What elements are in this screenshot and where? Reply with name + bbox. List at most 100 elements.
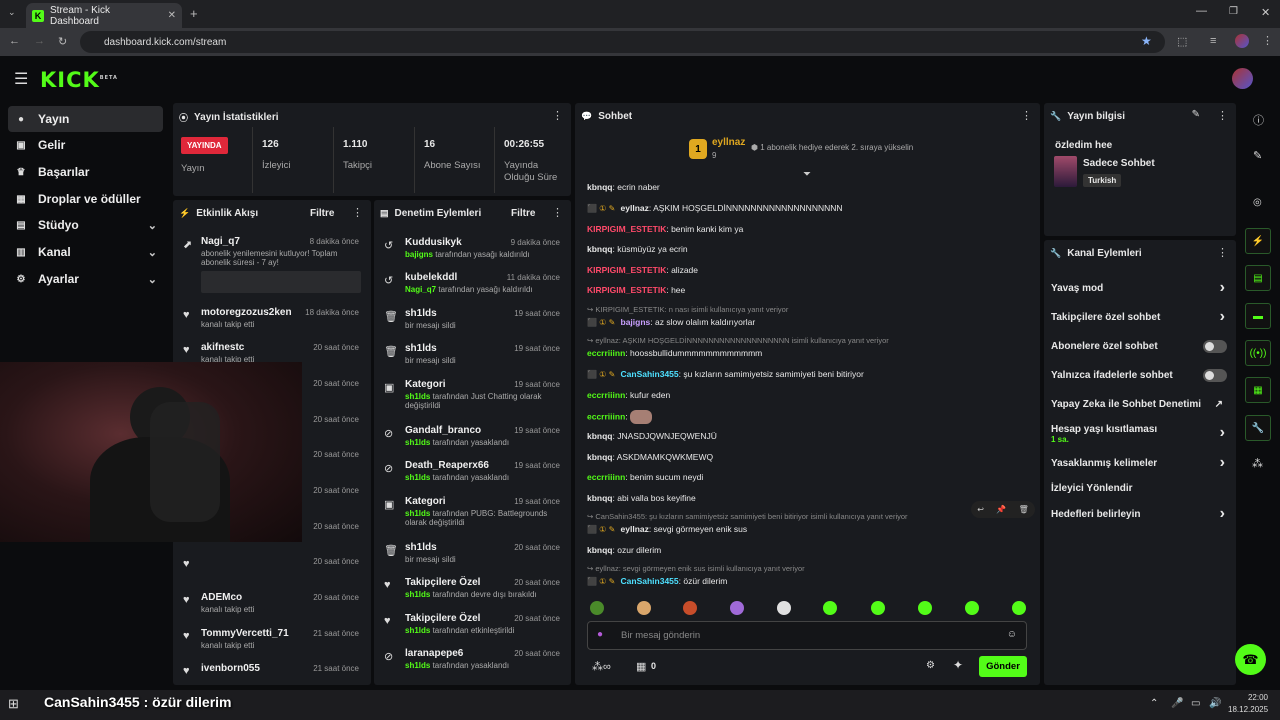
chat-username[interactable]: kbnqq <box>587 545 613 555</box>
tab-list-icon[interactable]: ⌄ <box>8 7 16 18</box>
chat-username[interactable]: kbnqq <box>587 452 613 462</box>
activity-item[interactable]: ♥ ADEMco kanalı takip etti 20 saat önce <box>177 592 365 624</box>
chat-message[interactable]: kbnqq: abi valla bos keyifine <box>587 493 696 503</box>
chat-message[interactable]: eccrriiinn: hoossbullidummmmmmmmmmmm <box>587 348 762 358</box>
moderation-item[interactable]: ⊘ Gandalf_branco sh1lds tarafından yasakla… <box>378 425 566 447</box>
user-avatar[interactable] <box>1232 68 1253 89</box>
rail-bolt-button[interactable]: ⚡ <box>1245 228 1271 254</box>
moderator-name[interactable]: sh1lds <box>405 392 430 401</box>
chat-username[interactable]: eccrriiinn <box>587 472 625 482</box>
forward-icon[interactable]: → <box>34 35 45 47</box>
kick-logo[interactable]: KICKBETA <box>40 68 118 92</box>
browser-tab[interactable]: K Stream - Kick Dashboard ✕ <box>26 3 182 28</box>
channel-action-item[interactable]: Yasaklanmış kelimeler › <box>1051 454 1231 471</box>
chat-username[interactable]: eccrriiinn <box>587 411 625 421</box>
moderation-menu-icon[interactable]: ⋮ <box>552 206 563 219</box>
chat-message[interactable]: kbnqq: küsmüyüz ya ecrin <box>587 244 688 254</box>
rail-chat-button[interactable]: ▬ <box>1245 303 1271 329</box>
chat-message[interactable]: ⬛ ① ✎ CanSahin3455: özür dilerim <box>587 576 727 586</box>
chat-menu-icon[interactable]: ⋮ <box>1021 109 1032 122</box>
edit-icon[interactable]: ✎ <box>1192 109 1200 120</box>
minimize-icon[interactable]: — <box>1196 5 1207 17</box>
emote-button[interactable] <box>871 601 885 615</box>
close-window-icon[interactable]: ✕ <box>1261 6 1270 19</box>
microphone-icon[interactable]: ● <box>597 629 603 640</box>
activity-item[interactable]: ♥ 20 saat önce <box>177 556 365 588</box>
pin-icon[interactable]: 📌 <box>996 505 1006 514</box>
chat-message[interactable]: KIRPIGIM_ESTETIK: hee <box>587 285 685 295</box>
rail-doc-button[interactable]: ▤ <box>1245 265 1271 291</box>
emote-button[interactable] <box>590 601 604 615</box>
network-icon[interactable]: ▭ <box>1191 698 1200 709</box>
channel-action-item[interactable]: Yalnızca ifadelerle sohbet <box>1051 369 1231 382</box>
volume-icon[interactable]: 🔊 <box>1209 698 1221 709</box>
moderation-item[interactable]: ♥ Takipçilere Özel sh1lds tarafından etkin… <box>378 613 566 635</box>
emote-button[interactable] <box>1012 601 1026 615</box>
new-tab-icon[interactable]: + <box>190 6 198 21</box>
chat-username[interactable]: KIRPIGIM_ESTETIK <box>587 265 666 275</box>
url-field[interactable]: dashboard.kick.com/stream <box>80 31 1165 53</box>
toggle-switch[interactable] <box>1203 340 1227 353</box>
chat-message[interactable]: kbnqq: JNASDJQWNJEQWENJÜ <box>587 431 717 441</box>
activity-filter-button[interactable]: Filtre <box>310 208 334 219</box>
reload-icon[interactable]: ↻ <box>58 35 67 48</box>
info-icon[interactable]: ⓘ <box>1253 112 1264 128</box>
sidebar-item[interactable]: ▤ Stüdyo ⌄ <box>8 212 163 238</box>
moderator-name[interactable]: sh1lds <box>405 473 430 482</box>
chat-username[interactable]: eyllnaz <box>621 524 649 534</box>
emote-button[interactable] <box>965 601 979 615</box>
pencil-icon[interactable]: ✎ <box>1253 149 1262 162</box>
activity-item[interactable]: ⬈ Nagi_q7 abonelik yenilemesini kutluyor! … <box>177 236 365 293</box>
channel-actions-menu-icon[interactable]: ⋮ <box>1217 246 1228 259</box>
chat-message[interactable]: eccrriiinn: <box>587 410 653 424</box>
bookmark-star-icon[interactable]: ★ <box>1141 34 1152 48</box>
chat-username[interactable]: KIRPIGIM_ESTETIK <box>587 285 666 295</box>
profile-avatar[interactable] <box>1235 34 1249 48</box>
windows-icon[interactable]: ⊞ <box>8 696 19 712</box>
chat-message[interactable]: KIRPIGIM_ESTETIK: benim kanki kim ya <box>587 224 743 234</box>
channel-action-item[interactable]: İzleyici Yönlendir <box>1051 483 1231 494</box>
support-button[interactable]: ☎ <box>1235 644 1266 675</box>
channel-action-item[interactable]: Hesap yaşı kısıtlaması 1 sa. › <box>1051 424 1231 444</box>
moderator-name[interactable]: sh1lds <box>405 438 430 447</box>
moderator-name[interactable]: sh1lds <box>405 509 430 518</box>
chat-input[interactable]: ● Bir mesaj gönderin ☺ <box>587 621 1027 650</box>
activity-item[interactable]: ♥ motoregzozus2ken kanalı takip etti 18 dak… <box>177 307 365 339</box>
chat-message[interactable]: eccrriiinn: kufur eden <box>587 390 670 400</box>
chat-username[interactable]: eyllnaz <box>621 203 649 213</box>
moderation-item[interactable]: ▣ Kategori sh1lds tarafından Just Chatting… <box>378 379 566 410</box>
moderation-item[interactable]: ▣ Kategori sh1lds tarafından PUBG: Battleg… <box>378 496 566 527</box>
chat-message[interactable]: ⬛ ① ✎ eyllnaz: sevgi görmeyen enik sus <box>587 524 747 534</box>
chat-username[interactable]: kbnqq <box>587 182 613 192</box>
moderation-item[interactable]: ↺ Kuddusikyk bajigns tarafından yasağı kal… <box>378 237 566 259</box>
clock-time[interactable]: 22:00 <box>1228 693 1268 702</box>
sidebar-item[interactable]: ⚙ Ayarlar ⌄ <box>8 266 163 292</box>
extensions-icon[interactable]: ⬚ <box>1177 35 1187 48</box>
chat-username[interactable]: bajigns <box>621 317 651 327</box>
chat-message[interactable]: KIRPIGIM_ESTETIK: alizade <box>587 265 698 275</box>
chat-username[interactable]: kbnqq <box>587 493 613 503</box>
emote-button[interactable] <box>683 601 697 615</box>
chat-username[interactable]: eccrriiinn <box>587 390 625 400</box>
browser-menu-icon[interactable]: ⋮ <box>1262 34 1273 47</box>
moderator-name[interactable]: sh1lds <box>405 661 430 670</box>
chat-message[interactable]: kbnqq: ASKDMAMKQWKMEWQ <box>587 452 713 462</box>
chat-username[interactable]: CanSahin3455 <box>621 576 679 586</box>
chat-username[interactable]: kbnqq <box>587 431 613 441</box>
chat-username[interactable]: KIRPIGIM_ESTETIK <box>587 224 666 234</box>
stats-menu-icon[interactable]: ⋮ <box>552 109 563 122</box>
channel-action-item[interactable]: Yapay Zeka ile Sohbet Denetimi ↗ <box>1051 399 1231 410</box>
emote-button[interactable] <box>777 601 791 615</box>
tray-chevron-icon[interactable]: ⌃ <box>1150 698 1158 709</box>
hamburger-menu-icon[interactable]: ☰ <box>14 69 28 89</box>
puzzle-icon[interactable]: ⁂ <box>1252 457 1263 470</box>
sidebar-item[interactable]: ▣ Gelir <box>8 132 163 158</box>
channel-action-item[interactable]: Yavaş mod › <box>1051 279 1231 296</box>
top-gifter-name[interactable]: eyllnaz <box>712 137 745 148</box>
moderation-item[interactable]: 🗑 sh1lds bir mesajı sildi 20 saat önce <box>378 542 566 564</box>
chat-message[interactable]: ⬛ ① ✎ bajigns: az slow olalım kaldırıyor… <box>587 317 755 327</box>
points-icon[interactable]: ⁂∞ <box>592 660 611 673</box>
expand-chevron-icon[interactable]: ⏷ <box>803 169 811 180</box>
toggle-switch[interactable] <box>1203 369 1227 382</box>
moderation-item[interactable]: ⊘ laranapepe6 sh1lds tarafından yasaklandı… <box>378 648 566 670</box>
